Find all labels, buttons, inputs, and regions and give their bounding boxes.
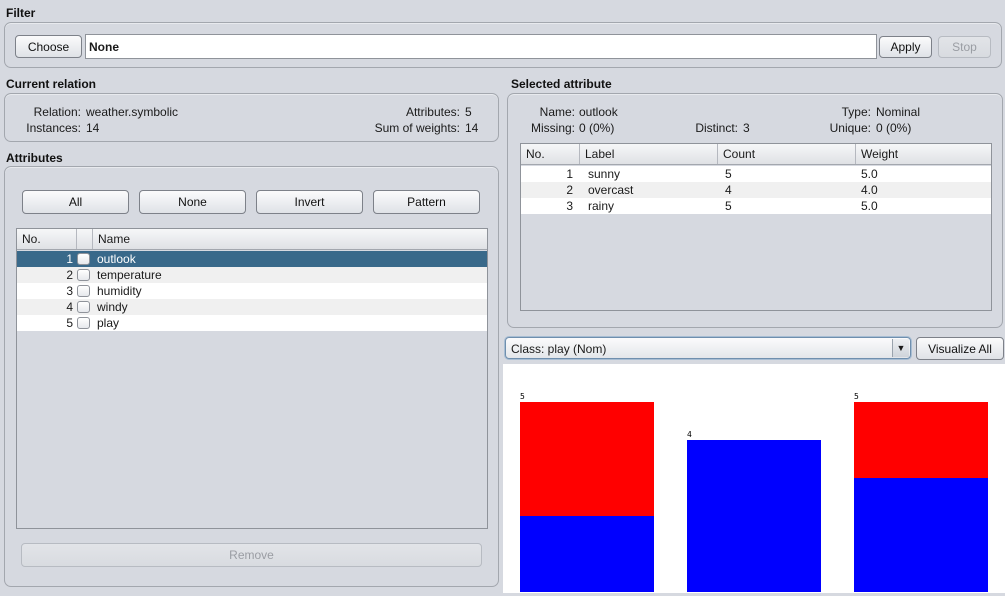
attributes-count-label: Attributes: (405, 105, 460, 119)
stop-button: Stop (938, 36, 991, 58)
label-weight: 4.0 (861, 183, 878, 197)
attribute-checkbox[interactable] (77, 301, 90, 313)
column-weight[interactable]: Weight (856, 144, 991, 164)
attribute-no: 2 (66, 268, 73, 282)
missing-value: 0 (0%) (579, 121, 615, 135)
attribute-row[interactable]: 2 temperature (17, 267, 487, 283)
bar-total-label: 4 (687, 430, 692, 439)
selected-attribute-group: Name: outlook Missing: 0 (0%) Distinct: … (507, 93, 1003, 328)
label-weight: 5.0 (861, 199, 878, 213)
column-label[interactable]: Label (580, 144, 718, 164)
attribute-no: 1 (66, 252, 73, 266)
apply-button[interactable]: Apply (879, 36, 932, 58)
attributes-table-header: No. Name (17, 229, 487, 250)
attr-name-label: Name: (539, 105, 575, 119)
unique-value: 0 (0%) (876, 121, 912, 135)
type-value: Nominal (876, 105, 921, 119)
attributes-group: All None Invert Pattern No. Name 1 outloo… (4, 166, 499, 587)
attribute-no: 3 (66, 284, 73, 298)
attribute-row[interactable]: 5 play (17, 315, 487, 331)
bar-segment-sunny-yes (520, 516, 654, 592)
distinct-label: Distinct: (695, 121, 738, 135)
unique-label: Unique: (829, 121, 871, 135)
sum-weights-value: 14 (465, 121, 479, 135)
attribute-checkbox[interactable] (77, 253, 90, 265)
filter-field[interactable]: None (85, 34, 877, 59)
labels-table-header: No. Label Count Weight (521, 144, 991, 165)
attribute-name: humidity (97, 284, 142, 298)
class-select-value: Class: play (Nom) (511, 342, 607, 356)
label-count: 4 (725, 183, 732, 197)
column-no[interactable]: No. (17, 229, 77, 249)
label-row[interactable]: 3 rainy 5 5.0 (521, 198, 991, 214)
selected-attribute-title: Selected attribute (511, 77, 612, 91)
relation-value: weather.symbolic (86, 105, 179, 119)
attribute-name: play (97, 316, 120, 330)
attribute-no: 4 (66, 300, 73, 314)
attributes-count-value: 5 (465, 105, 472, 119)
instances-value: 14 (86, 121, 100, 135)
bar-segment-overcast-yes (687, 440, 821, 592)
pattern-button[interactable]: Pattern (373, 190, 480, 214)
invert-button[interactable]: Invert (256, 190, 363, 214)
filter-title: Filter (6, 6, 36, 20)
column-count[interactable]: Count (718, 144, 856, 164)
current-relation-title: Current relation (6, 77, 97, 91)
select-all-button[interactable]: All (22, 190, 129, 214)
distinct-value: 3 (743, 121, 750, 135)
attribute-row[interactable]: 4 windy (17, 299, 487, 315)
sum-weights-label: Sum of weights: (374, 121, 460, 135)
select-none-button[interactable]: None (139, 190, 246, 214)
labels-table[interactable]: No. Label Count Weight 1 sunny 5 5.0 2 overca… (520, 143, 992, 311)
label-name: rainy (588, 199, 615, 213)
attribute-checkbox[interactable] (77, 285, 90, 297)
attribute-checkbox[interactable] (77, 317, 90, 329)
label-row[interactable]: 1 sunny 5 5.0 (521, 166, 991, 182)
visualize-all-button[interactable]: Visualize All (916, 337, 1004, 360)
chevron-down-icon[interactable]: ▼ (892, 339, 909, 357)
filter-group: Choose None Apply Stop (4, 22, 1002, 68)
class-distribution-chart: 5 4 5 (503, 364, 1005, 593)
attr-name-value: outlook (579, 105, 618, 119)
label-count: 5 (725, 199, 732, 213)
column-check[interactable] (77, 229, 93, 249)
label-no: 3 (566, 199, 573, 213)
missing-label: Missing: (530, 121, 575, 135)
label-count: 5 (725, 167, 732, 181)
column-name[interactable]: Name (93, 229, 487, 249)
label-weight: 5.0 (861, 167, 878, 181)
label-no: 2 (566, 183, 573, 197)
bar-segment-sunny-no (520, 402, 654, 516)
bar-total-label: 5 (854, 392, 859, 401)
label-no: 1 (566, 167, 573, 181)
bar-segment-rainy-no (854, 402, 988, 478)
column-no[interactable]: No. (521, 144, 580, 164)
attribute-no: 5 (66, 316, 73, 330)
attribute-name: outlook (97, 252, 136, 266)
current-relation-group: Relation: weather.symbolic Instances: 14… (4, 93, 499, 142)
attributes-table[interactable]: No. Name 1 outlook 2 temperature 3 humidity 4 w… (16, 228, 488, 529)
attribute-checkbox[interactable] (77, 269, 90, 281)
bar-segment-rainy-yes (854, 478, 988, 592)
choose-button[interactable]: Choose (15, 35, 82, 58)
attributes-title: Attributes (6, 151, 63, 165)
attribute-row[interactable]: 3 humidity (17, 283, 487, 299)
label-name: sunny (588, 167, 621, 181)
attribute-row[interactable]: 1 outlook (17, 251, 487, 267)
label-row[interactable]: 2 overcast 4 4.0 (521, 182, 991, 198)
label-name: overcast (588, 183, 634, 197)
class-select[interactable]: Class: play (Nom) ▼ (505, 337, 911, 359)
type-label: Type: (841, 105, 871, 119)
attribute-name: windy (97, 300, 128, 314)
instances-label: Instances: (26, 121, 81, 135)
attribute-name: temperature (97, 268, 162, 282)
bar-total-label: 5 (520, 392, 525, 401)
relation-label: Relation: (33, 105, 81, 119)
remove-button: Remove (21, 543, 482, 567)
